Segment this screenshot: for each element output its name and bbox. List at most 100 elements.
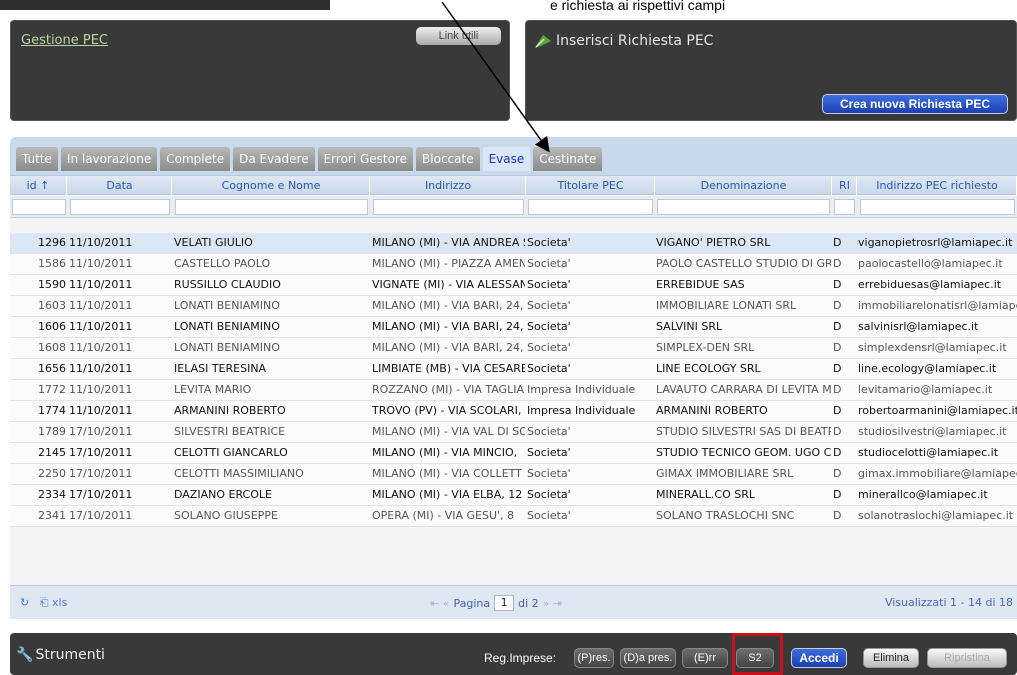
tab-tutte[interactable]: Tutte [16, 147, 58, 171]
pager-nav: ⇤ « Pagina 1 di 2 » ⇥ [430, 595, 562, 611]
filter-denominazione-input[interactable] [657, 199, 830, 215]
filter-indirizzo-input[interactable] [373, 199, 524, 215]
refresh-icon[interactable]: ↻ [20, 596, 29, 609]
cell-data: 11/10/2011 [69, 383, 133, 396]
filter-ri-input[interactable] [834, 199, 855, 215]
col-header-pec[interactable]: Indirizzo PEC richiesto [858, 176, 1017, 195]
table-row[interactable]: 1606 11/10/2011 LONATI BENIAMINO MILANO (MI… [10, 317, 1017, 338]
cell-pec: levitamario@lamiapec.it [858, 383, 993, 396]
filter-data-input[interactable] [70, 199, 170, 215]
pencil-leaf-icon [535, 35, 551, 48]
table-row[interactable]: 1586 11/10/2011 CASTELLO PAOLO MILANO (MI) … [10, 254, 1017, 275]
cell-id: 1789 [38, 425, 66, 438]
cell-ind: MILANO (MI) - VIA BARI, 24, [372, 341, 524, 354]
cell-id: 1603 [38, 299, 66, 312]
table-row[interactable]: 2250 17/10/2011 CELOTTI MASSIMILIANO MILANO… [10, 464, 1017, 485]
cell-ri: D [833, 341, 842, 354]
cell-id: 1772 [38, 383, 66, 396]
page-label: Pagina [453, 596, 491, 610]
cell-data: 11/10/2011 [69, 257, 133, 270]
cell-den: IMMOBILIARE LONATI SRL [656, 299, 797, 312]
tab-in-lavorazione[interactable]: In lavorazione [60, 147, 158, 171]
cell-tit: Societa' [527, 509, 571, 522]
requests-grid: Tutte In lavorazione Complete Da Evadere Err… [10, 137, 1017, 619]
pres-button[interactable]: (P)res. [574, 648, 614, 668]
cell-den: SIMPLEX-DEN SRL [656, 341, 755, 354]
cell-id: 2334 [38, 488, 66, 501]
accedi-button[interactable]: Accedi [791, 648, 847, 668]
table-row[interactable]: 1590 11/10/2011 RUSSILLO CLAUDIO VIGNATE (M… [10, 275, 1017, 296]
cell-id: 1656 [38, 362, 66, 375]
tab-evase[interactable]: Evase [482, 147, 531, 171]
cell-nome: LONATI BENIAMINO [174, 320, 280, 333]
da-pres-button[interactable]: (D)a pres. [620, 648, 676, 668]
next-last-page-icons[interactable]: » ⇥ [543, 597, 562, 610]
filter-pec-input[interactable] [860, 199, 1015, 215]
cell-id: 2250 [38, 467, 66, 480]
gestione-title[interactable]: Gestione PEC [21, 33, 108, 48]
col-header-ri[interactable]: RI [833, 176, 857, 195]
err-button[interactable]: (E)rr [682, 648, 728, 668]
cell-nome: ARMANINI ROBERTO [174, 404, 286, 417]
cell-data: 11/10/2011 [69, 299, 133, 312]
table-row[interactable]: 2145 17/10/2011 CELOTTI GIANCARLO MILANO (M… [10, 443, 1017, 464]
table-row[interactable]: 1774 11/10/2011 ARMANINI ROBERTO TROVO (PV)… [10, 401, 1017, 422]
cell-nome: LONATI BENIAMINO [174, 341, 280, 354]
elimina-button[interactable]: Elimina [863, 648, 919, 668]
filter-nome-input[interactable] [175, 199, 368, 215]
col-header-data[interactable]: Data [68, 176, 172, 195]
cell-ind: MILANO (MI) - VIA VAL DI SO [372, 425, 525, 438]
cell-nome: CELOTTI GIANCARLO [174, 446, 288, 459]
cell-ind: MILANO (MI) - VIA BARI, 24, [372, 320, 524, 333]
col-header-id[interactable]: id ↑ [10, 176, 67, 195]
export-xls-button[interactable]: ⎗ xls [40, 596, 68, 609]
table-row[interactable]: 1603 11/10/2011 LONATI BENIAMINO MILANO (MI… [10, 296, 1017, 317]
first-prev-page-icons[interactable]: ⇤ « [430, 597, 449, 610]
cell-ind: MILANO (MI) - VIA MINCIO, [372, 446, 518, 459]
table-row[interactable]: 1296 11/10/2011 VELATI GIULIO MILANO (MI) -… [10, 233, 1017, 254]
reg-imprese-label: Reg.Imprese: [484, 651, 557, 665]
table-row[interactable]: 2341 17/10/2011 SOLANO GIUSEPPE OPERA (MI) … [10, 506, 1017, 527]
cell-pec: studiocelotti@lamiapec.it [858, 446, 999, 459]
cell-id: 1590 [38, 278, 66, 291]
cell-ind: MILANO (MI) - VIA BARI, 24, [372, 299, 524, 312]
table-row[interactable]: 1608 11/10/2011 LONATI BENIAMINO MILANO (MI… [10, 338, 1017, 359]
ripristina-button[interactable]: Ripristina [927, 648, 1007, 668]
cell-ri: D [833, 404, 842, 417]
cell-den: STUDIO SILVESTRI SAS DI BEATRI [656, 425, 831, 438]
cell-id: 1606 [38, 320, 66, 333]
cell-ri: D [833, 467, 842, 480]
table-row[interactable]: 1656 11/10/2011 IELASI TERESINA LIMBIATE (M… [10, 359, 1017, 380]
cell-den: PAOLO CASTELLO STUDIO DI GR [656, 257, 831, 270]
tab-errori-gestore[interactable]: Errori Gestore [317, 147, 414, 171]
cell-data: 17/10/2011 [69, 446, 133, 459]
link-utili-button[interactable]: Link utili [416, 27, 501, 45]
table-row[interactable]: 1772 11/10/2011 LEVITA MARIO ROZZANO (MI) -… [10, 380, 1017, 401]
tab-complete[interactable]: Complete [160, 147, 231, 171]
table-row[interactable]: 2334 17/10/2011 DAZIANO ERCOLE MILANO (MI) … [10, 485, 1017, 506]
cell-data: 17/10/2011 [69, 488, 133, 501]
cell-data: 11/10/2011 [69, 278, 133, 291]
tab-da-evadere[interactable]: Da Evadere [233, 147, 315, 171]
cell-nome: LEVITA MARIO [174, 383, 252, 396]
cell-ri: D [833, 362, 842, 375]
col-header-nome[interactable]: Cognome e Nome [173, 176, 370, 195]
cell-ind: VIGNATE (MI) - VIA ALESSAN [372, 278, 525, 291]
gestione-panel: Gestione PEC Link utili [10, 20, 510, 121]
cell-ind: MILANO (MI) - VIA ANDREA S [372, 236, 525, 249]
cell-ri: D [833, 236, 842, 249]
table-row[interactable]: 1789 17/10/2011 SILVESTRI BEATRICE MILANO (… [10, 422, 1017, 443]
cell-nome: VELATI GIULIO [174, 236, 253, 249]
cell-ri: D [833, 488, 842, 501]
tab-cestinate[interactable]: Cestinate [533, 147, 603, 171]
col-header-titolare[interactable]: Titolare PEC [527, 176, 655, 195]
col-header-denominazione[interactable]: Denominazione [656, 176, 832, 195]
cell-pec: paolocastello@lamiapec.it [858, 257, 1003, 270]
status-tabs: Tutte In lavorazione Complete Da Evadere Err… [16, 147, 605, 171]
create-request-button[interactable]: Crea nuova Richiesta PEC [822, 94, 1008, 114]
tab-bloccate[interactable]: Bloccate [416, 147, 480, 171]
page-number-input[interactable]: 1 [494, 595, 515, 611]
filter-id-input[interactable] [12, 199, 66, 215]
filter-titolare-input[interactable] [528, 199, 653, 215]
col-header-indirizzo[interactable]: Indirizzo [371, 176, 526, 195]
